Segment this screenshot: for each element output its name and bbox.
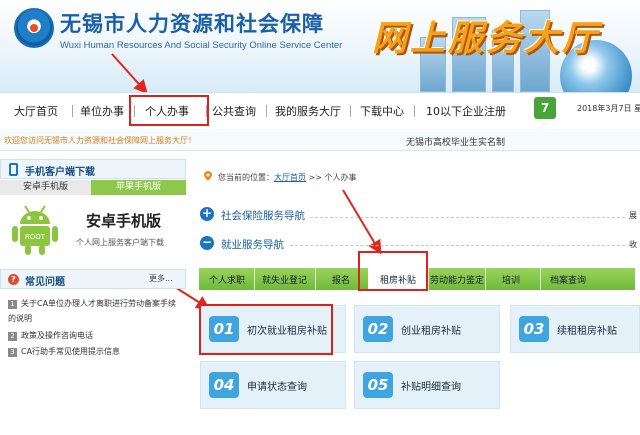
tile-subsidy-details[interactable]: 05 补贴明细查询 [354, 361, 500, 409]
tile-label: 续租租房补贴 [557, 326, 617, 337]
tab-apple[interactable]: 苹果手机版 [91, 180, 186, 195]
nav-item-unit[interactable]: 单位办事 [80, 103, 124, 119]
tab-job-seeking[interactable]: 个人求职 [209, 273, 245, 286]
faq-number: 3 [8, 348, 17, 357]
notice-marquee[interactable]: 无锡市高校毕业生实名制 [406, 135, 505, 148]
expand-toggle-label[interactable]: 展 [629, 210, 637, 221]
divider [290, 245, 625, 246]
tile-startup-rent[interactable]: 02 创业租房补贴 [354, 305, 500, 353]
faq-number: 1 [8, 300, 17, 309]
robot-label: ROOT [25, 233, 46, 241]
tile-renewal-rent[interactable]: 03 续租租房补贴 [510, 305, 640, 353]
tile-application-status[interactable]: 04 申请状态查询 [200, 361, 346, 409]
tab-separator [485, 268, 486, 290]
calendar-icon: 7 [534, 97, 556, 119]
tile-number: 05 [363, 372, 393, 398]
breadcrumb-prefix: 您当前的位置： [218, 173, 274, 182]
nav-separator [266, 105, 267, 117]
nav-highlight-box [129, 95, 209, 126]
breadcrumb-home-link[interactable]: 大厅首页 [274, 173, 306, 182]
arrow-to-tab [342, 189, 382, 255]
question-icon: ? [8, 274, 19, 285]
tab-highlight-box [358, 251, 428, 291]
mobile-phone-icon [9, 163, 18, 176]
tab-separator [428, 268, 429, 290]
faq-more-link[interactable]: 更多... [149, 273, 173, 284]
employment-nav[interactable]: 就业服务导航 [221, 237, 284, 252]
tab-work-ability[interactable]: 劳动能力鉴定 [430, 273, 484, 286]
tab-training[interactable]: 培训 [502, 273, 520, 286]
faq-item-text: CA行助手常见使用提示信息 [21, 347, 121, 356]
tab-android[interactable]: 安卓手机版 [0, 180, 91, 195]
tile-number: 03 [519, 316, 549, 342]
tile-label: 补贴明细查询 [401, 382, 461, 393]
faq-item-text: 关于CA单位办理人才离职进行劳动备案手续 [21, 299, 177, 308]
welcome-text: 欢迎您访问无锡市人力资源和社会保障网上服务大厅！ [4, 136, 196, 145]
faq-number: 2 [8, 332, 17, 341]
collapse-toggle-label[interactable]: 收 [629, 239, 637, 250]
faq-item[interactable]: 1 关于CA单位办理人才离职进行劳动备案手续 [8, 298, 176, 309]
nav-item-my-hall[interactable]: 我的服务大厅 [275, 103, 341, 119]
faq-item[interactable]: 3 CA行助手常见使用提示信息 [8, 346, 120, 357]
tile-label: 申请状态查询 [247, 382, 307, 393]
faq-item-text: 的说明 [8, 314, 32, 323]
expand-icon[interactable]: + [200, 207, 214, 221]
tab-separator [540, 268, 541, 290]
notice-bar: 欢迎您访问无锡市人力资源和社会保障网上服务大厅！ 无锡市高校毕业生实名制 [0, 129, 640, 151]
faq-title: 常见问题 [25, 277, 65, 288]
social-insurance-nav[interactable]: 社会保险服务导航 [221, 208, 305, 223]
android-app-title[interactable]: 安卓手机版 [86, 210, 161, 231]
tile-number: 02 [363, 316, 393, 342]
android-app-desc: 个人网上服务客户端下载 [76, 238, 164, 247]
tab-registration[interactable]: 报名 [332, 273, 350, 286]
nav-item-home[interactable]: 大厅首页 [14, 103, 58, 119]
tile-label: 创业租房补贴 [401, 326, 461, 337]
faq-item-continued[interactable]: 的说明 [8, 313, 32, 324]
tile-highlight-box [199, 304, 333, 355]
nav-item-register[interactable]: 10以下企业注册 [426, 103, 506, 119]
nav-separator [414, 105, 415, 117]
faq-item[interactable]: 2 政策及操作咨询电话 [8, 330, 93, 341]
download-panel-title: 手机客户端下载 [25, 167, 95, 178]
breadcrumb-current: >> 个人办事 [306, 173, 357, 182]
nav-item-query[interactable]: 公共查询 [212, 103, 256, 119]
download-panel-header: 手机客户端下载 [0, 159, 186, 179]
tab-unemployment-registration[interactable]: 就失业登记 [262, 273, 307, 286]
divider [310, 217, 625, 218]
faq-item-text: 政策及操作咨询电话 [21, 331, 93, 340]
collapse-icon[interactable]: − [200, 236, 214, 250]
nav-separator [350, 105, 351, 117]
tab-separator [254, 268, 255, 290]
nav-item-download[interactable]: 下载中心 [360, 103, 404, 119]
arrow-to-nav [111, 53, 148, 95]
tab-separator [315, 268, 316, 290]
tile-number: 04 [209, 372, 239, 398]
current-date: 2018年3月7日 星期 [577, 104, 640, 113]
android-robot-icon[interactable]: ROOT [10, 202, 60, 257]
tab-archive-query[interactable]: 档案查询 [550, 273, 586, 286]
breadcrumb: 您当前的位置：大厅首页 >> 个人办事 [204, 172, 357, 183]
nav-separator [72, 105, 73, 117]
